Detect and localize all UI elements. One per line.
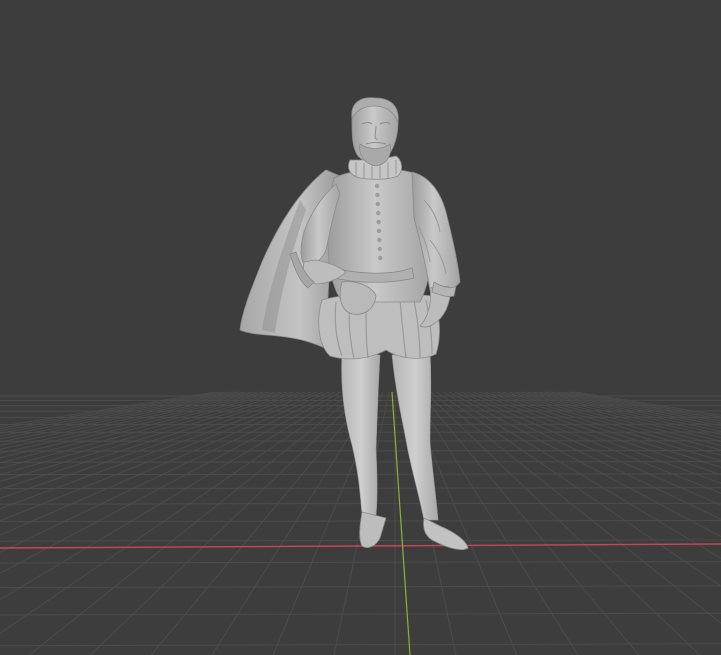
- grid-line-depth: [574, 391, 721, 416]
- grid-line-depth: [0, 391, 288, 469]
- grid-line-depth: [430, 391, 721, 624]
- grid-line-depth: [0, 391, 312, 499]
- grid-line-depth: [0, 391, 330, 536]
- grid-line-depth: [0, 391, 294, 476]
- grid-line-depth: [472, 391, 721, 484]
- grid-line-horizontal: [0, 502, 721, 505]
- viewport-canvas[interactable]: [0, 0, 721, 655]
- grid-line-depth: [0, 391, 228, 432]
- statue-mesh[interactable]: [239, 97, 469, 550]
- doublet-button: [375, 192, 380, 198]
- x-axis-line: [0, 543, 721, 549]
- grid-line-horizontal: [0, 585, 721, 589]
- grid-line-depth: [508, 391, 721, 446]
- grid-line-depth: [28, 391, 360, 655]
- 3d-viewport[interactable]: [0, 0, 721, 655]
- grid-line-depth: [478, 391, 721, 476]
- left-leg: [341, 351, 381, 516]
- doublet-button: [376, 219, 381, 225]
- left-shoe: [359, 511, 387, 548]
- doublet-button: [376, 228, 382, 234]
- grid-line-depth: [514, 391, 721, 442]
- doublet-button: [378, 255, 383, 261]
- grid-line-depth: [568, 391, 721, 418]
- grid-line-horizontal: [0, 561, 721, 564]
- doublet-button: [377, 246, 382, 252]
- grid-line-depth: [0, 391, 318, 510]
- doublet-button: [375, 201, 380, 207]
- grid-line-depth: [0, 391, 300, 482]
- grid-line-depth: [0, 391, 234, 434]
- grid-line-horizontal: [0, 612, 721, 616]
- grid-line-horizontal: [0, 643, 721, 647]
- doublet-button: [377, 237, 382, 243]
- grid-line-depth: [502, 391, 721, 451]
- grid-line-depth: [484, 391, 721, 468]
- grid-line-depth: [0, 391, 240, 437]
- grid-line-depth: [412, 391, 579, 655]
- doublet-button: [376, 210, 381, 216]
- doublet-button: [374, 183, 380, 189]
